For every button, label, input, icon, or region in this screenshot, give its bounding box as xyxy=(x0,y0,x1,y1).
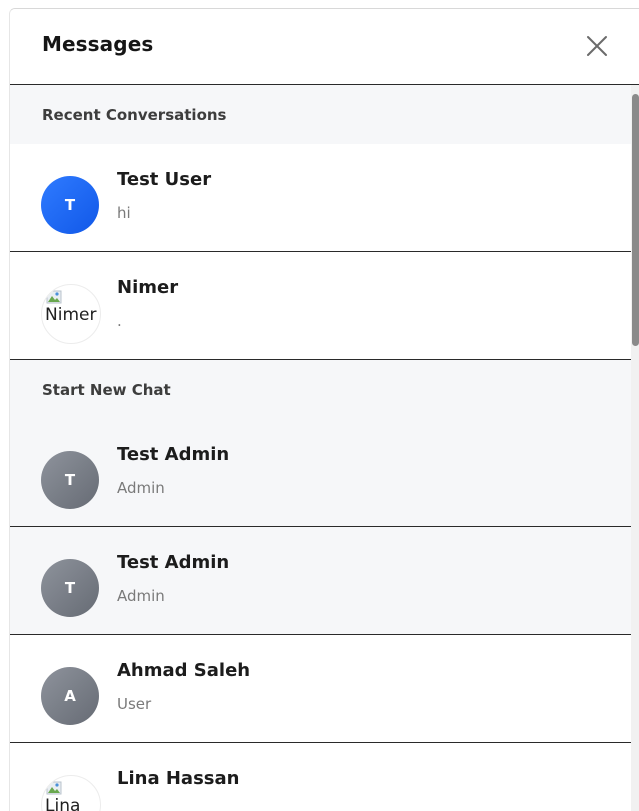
contact-name: Test Admin xyxy=(117,444,230,465)
section-header-recent: Recent Conversations xyxy=(10,85,639,144)
avatar: T xyxy=(41,451,99,509)
broken-image-icon xyxy=(46,290,62,304)
last-message: hi xyxy=(117,204,131,222)
section-header-new-chat: Start New Chat xyxy=(10,360,639,419)
last-message: . xyxy=(117,312,122,330)
contact-item[interactable]: A Ahmad Saleh User xyxy=(10,635,639,743)
scrollbar-thumb[interactable] xyxy=(632,94,639,346)
avatar-alt-text: Nimer xyxy=(45,305,97,325)
contact-role: Admin xyxy=(117,587,165,605)
section-title-new-chat: Start New Chat xyxy=(42,381,171,399)
avatar-image: Lina xyxy=(41,775,101,811)
conversation-item[interactable]: T Test User hi xyxy=(10,144,639,252)
avatar-image: Nimer xyxy=(41,284,101,344)
avatar-alt-text: Lina xyxy=(45,796,81,811)
panel-header: Messages xyxy=(10,9,639,85)
contact-name: Test Admin xyxy=(117,552,230,573)
contact-name: Ahmad Saleh xyxy=(117,660,251,681)
contact-item[interactable]: Lina Lina Hassan xyxy=(10,743,639,811)
avatar: T xyxy=(41,176,99,234)
contact-name: Lina Hassan xyxy=(117,768,240,789)
messages-panel: Messages Recent Conversations T Test Use… xyxy=(9,8,639,811)
contact-name: Nimer xyxy=(117,277,179,298)
broken-image-icon xyxy=(46,781,62,795)
contact-item[interactable]: T Test Admin Admin xyxy=(10,419,639,527)
avatar: T xyxy=(41,559,99,617)
contact-role: User xyxy=(117,695,152,713)
conversation-list[interactable]: Recent Conversations T Test User hi Nime… xyxy=(10,85,639,811)
page-title: Messages xyxy=(42,32,154,56)
contact-name: Test User xyxy=(117,169,212,190)
contact-role: Admin xyxy=(117,479,165,497)
conversation-item[interactable]: Nimer Nimer . xyxy=(10,252,639,360)
close-button[interactable] xyxy=(584,33,610,59)
avatar: A xyxy=(41,667,99,725)
contact-item[interactable]: T Test Admin Admin xyxy=(10,527,639,635)
section-title-recent: Recent Conversations xyxy=(42,106,227,124)
close-icon xyxy=(587,36,607,56)
